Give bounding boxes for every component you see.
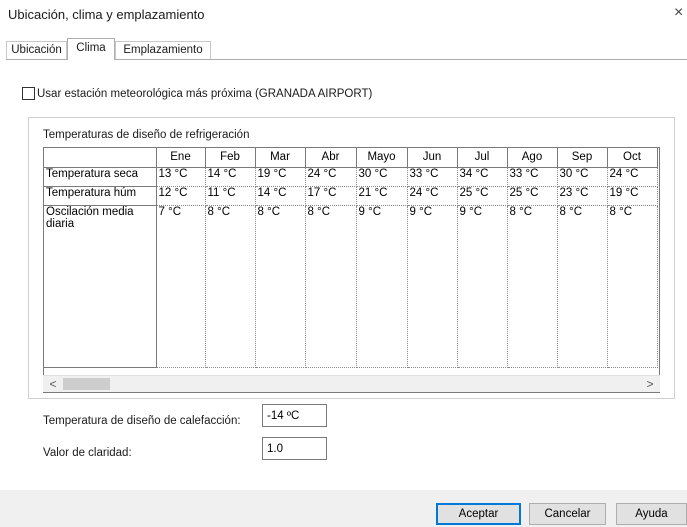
table-cell[interactable]: 8 °C xyxy=(205,205,256,368)
weather-station-label: Usar estación meteorológica más próxima … xyxy=(37,87,373,100)
tab-ubicacion[interactable]: Ubicación xyxy=(6,41,67,60)
table-cell[interactable]: 25 °C xyxy=(507,186,558,206)
row-header: Temperatura seca xyxy=(44,167,157,187)
clearness-label: Valor de claridad: xyxy=(43,447,132,459)
accept-button[interactable]: Aceptar xyxy=(436,503,521,525)
table-cell[interactable]: 7 °C xyxy=(156,205,206,368)
table-row: Temperatura húm 12 °C 11 °C 14 °C 17 °C … xyxy=(44,186,658,206)
scroll-right-icon[interactable]: > xyxy=(642,376,658,392)
row-header: Oscilación media diaria xyxy=(44,205,157,368)
row-header: Temperatura húm xyxy=(44,186,157,206)
table-cell[interactable]: 14 °C xyxy=(205,167,256,187)
table-cell[interactable]: 25 °C xyxy=(457,186,508,206)
header-row: Ene Feb Mar Abr Mayo Jun Jul Ago Sep Oct xyxy=(44,148,658,168)
dialog-title: Ubicación, clima y emplazamiento xyxy=(8,7,205,22)
table-cell[interactable]: 30 °C xyxy=(557,167,608,187)
heating-temp-input[interactable] xyxy=(262,404,327,427)
table-cell[interactable]: 8 °C xyxy=(557,205,608,368)
table-cell[interactable]: 24 °C xyxy=(607,167,658,187)
table-row: Temperatura seca 13 °C 14 °C 19 °C 24 °C… xyxy=(44,167,658,187)
table-cell[interactable]: 34 °C xyxy=(457,167,508,187)
table-cell[interactable]: 17 °C xyxy=(305,186,357,206)
column-header: Mar xyxy=(255,148,306,168)
table-cell[interactable]: 14 °C xyxy=(255,186,306,206)
tab-bar: Ubicación Clima Emplazamiento xyxy=(6,38,687,60)
table-cell[interactable]: 8 °C xyxy=(607,205,658,368)
corner-cell xyxy=(44,148,157,168)
cooling-grid[interactable]: Ene Feb Mar Abr Mayo Jun Jul Ago Sep Oct… xyxy=(43,147,660,393)
table-cell[interactable]: 9 °C xyxy=(407,205,458,368)
weather-station-checkbox[interactable]: Usar estación meteorológica más próxima … xyxy=(22,87,372,100)
table-cell[interactable]: 9 °C xyxy=(356,205,408,368)
table-cell[interactable]: 8 °C xyxy=(255,205,306,368)
table-cell[interactable]: 11 °C xyxy=(205,186,256,206)
table-cell[interactable]: 33 °C xyxy=(407,167,458,187)
tab-emplazamiento[interactable]: Emplazamiento xyxy=(115,41,211,60)
clearness-input[interactable] xyxy=(262,437,327,460)
table-cell[interactable]: 12 °C xyxy=(156,186,206,206)
table-cell[interactable]: 24 °C xyxy=(305,167,357,187)
scroll-left-icon[interactable]: < xyxy=(45,376,61,392)
column-header: Sep xyxy=(557,148,608,168)
table-cell[interactable]: 30 °C xyxy=(356,167,408,187)
close-icon[interactable]: × xyxy=(674,4,683,22)
column-header: Ago xyxy=(507,148,558,168)
table-row: Oscilación media diaria 7 °C 8 °C 8 °C 8… xyxy=(44,205,658,368)
column-header: Oct xyxy=(607,148,658,168)
column-header: Jun xyxy=(407,148,458,168)
table-cell[interactable]: 21 °C xyxy=(356,186,408,206)
checkbox-box[interactable] xyxy=(22,87,35,100)
tab-clima[interactable]: Clima xyxy=(67,38,115,60)
table-cell[interactable]: 8 °C xyxy=(305,205,357,368)
cooling-table: Ene Feb Mar Abr Mayo Jun Jul Ago Sep Oct… xyxy=(44,148,658,368)
column-header: Mayo xyxy=(356,148,408,168)
table-cell[interactable]: 33 °C xyxy=(507,167,558,187)
table-cell[interactable]: 23 °C xyxy=(557,186,608,206)
table-cell[interactable]: 24 °C xyxy=(407,186,458,206)
column-header: Abr xyxy=(305,148,357,168)
table-cell[interactable]: 8 °C xyxy=(507,205,558,368)
table-cell[interactable]: 9 °C xyxy=(457,205,508,368)
horizontal-scrollbar[interactable]: < > xyxy=(43,375,660,392)
column-header: Feb xyxy=(205,148,256,168)
column-header: Jul xyxy=(457,148,508,168)
table-cell[interactable]: 19 °C xyxy=(255,167,306,187)
column-header: Ene xyxy=(156,148,206,168)
table-cell[interactable]: 19 °C xyxy=(607,186,658,206)
cancel-button[interactable]: Cancelar xyxy=(529,503,606,525)
heating-temp-label: Temperatura de diseño de calefacción: xyxy=(43,415,241,427)
cooling-group-title: Temperaturas de diseño de refrigeración xyxy=(43,129,250,141)
help-button[interactable]: Ayuda xyxy=(616,503,687,525)
scrollbar-thumb[interactable] xyxy=(63,378,110,390)
table-cell[interactable]: 13 °C xyxy=(156,167,206,187)
